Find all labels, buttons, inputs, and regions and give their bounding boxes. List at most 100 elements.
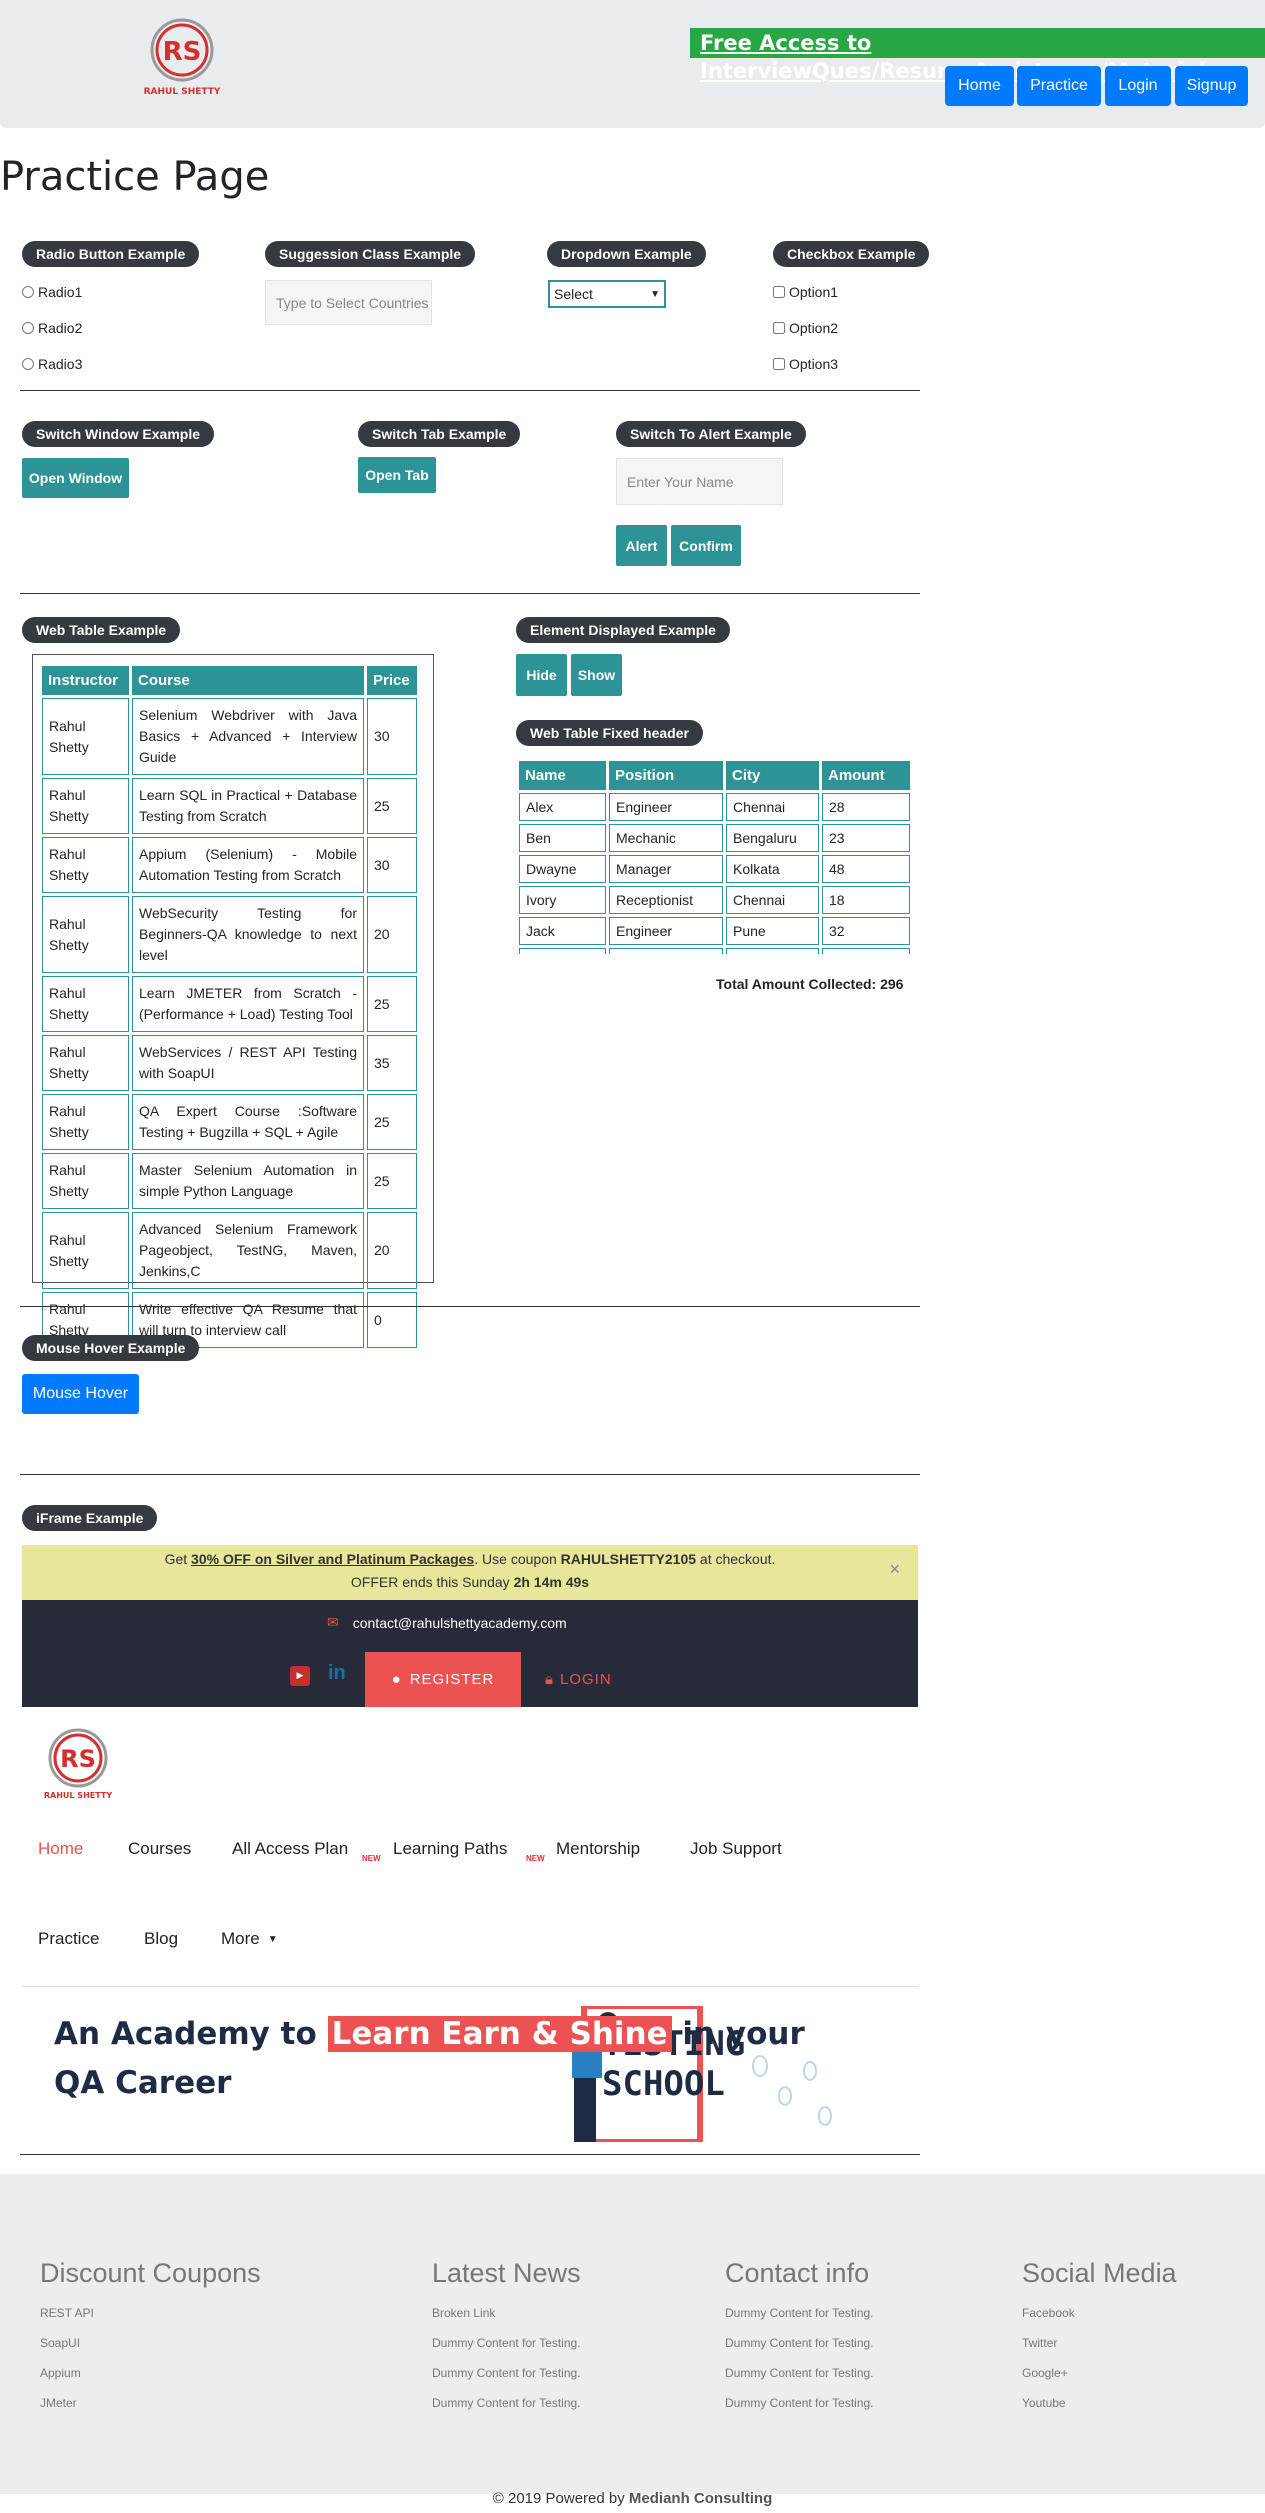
country-autocomplete-input[interactable]: Type to Select Countries xyxy=(265,280,432,325)
radio-option-1[interactable]: Radio1 xyxy=(22,284,82,300)
instructor-cell: Rahul Shetty xyxy=(42,896,129,973)
price-cell: 25 xyxy=(367,976,417,1032)
promo-text: . Use coupon xyxy=(474,1551,561,1567)
footer-link[interactable]: Dummy Content for Testing. xyxy=(725,2396,874,2410)
price-cell: 25 xyxy=(367,1094,417,1150)
footer-link[interactable]: Twitter xyxy=(1022,2336,1057,2350)
checkbox-input[interactable] xyxy=(773,322,785,334)
footer-link[interactable]: Broken Link xyxy=(432,2306,495,2320)
checkbox-label: Option1 xyxy=(789,284,839,300)
footer-link[interactable]: JMeter xyxy=(40,2396,77,2410)
page-title: Practice Page xyxy=(0,154,270,200)
price-cell: 25 xyxy=(367,778,417,834)
footer-link[interactable]: Youtube xyxy=(1022,2396,1066,2410)
course-cell: WebSecurity Testing for Beginners-QA kno… xyxy=(132,896,364,973)
menu-learning-paths[interactable]: Learning Paths xyxy=(393,1839,507,1859)
footer-link[interactable]: Dummy Content for Testing. xyxy=(725,2306,874,2320)
footer-link[interactable]: Dummy Content for Testing. xyxy=(432,2396,581,2410)
radio-input[interactable] xyxy=(22,286,34,298)
hide-button[interactable]: Hide xyxy=(516,654,567,696)
table-header: Amount xyxy=(822,761,910,790)
hero-text: An Academy to xyxy=(54,2016,328,2052)
academy-logo[interactable]: RS RAHUL SHETTY xyxy=(36,1722,126,1807)
switch-window-legend: Switch Window Example xyxy=(22,421,215,447)
footer-link[interactable]: Dummy Content for Testing. xyxy=(432,2366,581,2380)
menu-practice[interactable]: Practice xyxy=(38,1929,99,1949)
name-input[interactable]: Enter Your Name xyxy=(616,458,783,505)
nav-practice-button[interactable]: Practice xyxy=(1017,66,1101,106)
open-window-button[interactable]: Open Window xyxy=(22,458,129,498)
amount-cell: 18 xyxy=(822,886,910,914)
footer-link[interactable]: Dummy Content for Testing. xyxy=(432,2336,581,2350)
fixed-header-table: Name Position City Amount Alex Engineer Ch… xyxy=(516,758,913,954)
menu-courses[interactable]: Courses xyxy=(128,1839,191,1859)
menu-home[interactable]: Home xyxy=(38,1839,83,1859)
course-cell: QA Expert Course :Software Testing + Bug… xyxy=(132,1094,364,1150)
table-row: Rahul Shetty Advanced Selenium Framework … xyxy=(42,1212,417,1289)
show-button[interactable]: Show xyxy=(571,654,622,696)
new-badge: NEW xyxy=(526,1854,545,1863)
linkedin-icon[interactable]: in xyxy=(328,1662,346,1685)
mouse-hover-button[interactable]: Mouse Hover xyxy=(22,1374,139,1414)
checkbox-option-3[interactable]: Option3 xyxy=(773,356,838,372)
register-label: REGISTER xyxy=(409,1671,495,1688)
youtube-icon[interactable]: ▶ xyxy=(290,1666,310,1686)
footer-link[interactable]: Google+ xyxy=(1022,2366,1068,2380)
radio-input[interactable] xyxy=(22,322,34,334)
checkbox-option-1[interactable]: Option1 xyxy=(773,284,838,300)
instructor-cell: Rahul Shetty xyxy=(42,1094,129,1150)
iframe-login-link[interactable]: 🔒︎ LOGIN xyxy=(545,1652,645,1707)
hero-highlight: Learn Earn & Shine xyxy=(327,2016,672,2052)
checkbox-input[interactable] xyxy=(773,286,785,298)
chevron-down-icon: ▼ xyxy=(267,1933,278,1945)
iframe-legend: iFrame Example xyxy=(22,1505,158,1531)
radio-input[interactable] xyxy=(22,358,34,370)
footer-link[interactable]: SoapUI xyxy=(40,2336,80,2350)
free-access-link[interactable]: Free Access to InterviewQues/ResumeAssis… xyxy=(690,28,1265,83)
nav-signup-button[interactable]: Signup xyxy=(1175,66,1248,106)
divider xyxy=(20,2154,920,2155)
chevron-down-icon: ▼ xyxy=(650,288,660,300)
checkbox-input[interactable] xyxy=(773,358,785,370)
footer-link[interactable]: REST API xyxy=(40,2306,94,2320)
contact-email-text: contact@rahulshettyacademy.com xyxy=(352,1614,567,1631)
checkbox-option-2[interactable]: Option2 xyxy=(773,320,838,336)
price-cell: 35 xyxy=(367,1035,417,1091)
checkbox-legend: Checkbox Example xyxy=(773,241,930,267)
radio-option-3[interactable]: Radio3 xyxy=(22,356,82,372)
amount-cell: 28 xyxy=(822,793,910,821)
menu-blog[interactable]: Blog xyxy=(144,1929,178,1949)
confirm-button[interactable]: Confirm xyxy=(671,525,741,566)
footer-link[interactable]: Facebook xyxy=(1022,2306,1075,2320)
footer-link[interactable]: Appium xyxy=(40,2366,81,2380)
login-label: LOGIN xyxy=(559,1671,612,1688)
nav-login-button[interactable]: Login xyxy=(1105,66,1171,106)
footer-link[interactable]: Dummy Content for Testing. xyxy=(725,2366,874,2380)
menu-more[interactable]: More ▼ xyxy=(221,1929,278,1949)
fixed-header-table-scroll[interactable]: Name Position City Amount Alex Engineer Ch… xyxy=(516,758,916,954)
dropdown-select[interactable]: Select ▼ xyxy=(548,280,666,308)
city-cell xyxy=(726,948,819,954)
price-cell: 30 xyxy=(367,837,417,893)
menu-job-support[interactable]: Job Support xyxy=(690,1839,782,1859)
radio-option-2[interactable]: Radio2 xyxy=(22,320,82,336)
svg-text:RS: RS xyxy=(163,37,202,67)
new-badge: NEW xyxy=(362,1854,381,1863)
instructor-cell: Rahul Shetty xyxy=(42,1212,129,1289)
menu-mentorship[interactable]: Mentorship xyxy=(556,1839,640,1859)
site-logo[interactable]: RS RAHUL SHETTY xyxy=(140,12,240,102)
contact-email[interactable]: ✉ contact@rahulshettyacademy.com xyxy=(327,1614,567,1631)
copyright-brand-link[interactable]: Medianh Consulting xyxy=(629,2490,772,2507)
position-cell: Manager xyxy=(609,855,723,883)
name-cell: Dwayne xyxy=(519,855,606,883)
nav-home-button[interactable]: Home xyxy=(945,66,1014,106)
footer-link[interactable]: Dummy Content for Testing. xyxy=(725,2336,874,2350)
promo-offer-link[interactable]: 30% OFF on Silver and Platinum Packages xyxy=(191,1551,474,1567)
menu-all-access-plan[interactable]: All Access Plan xyxy=(232,1839,348,1859)
register-button[interactable]: ● REGISTER xyxy=(365,1652,521,1707)
table-row xyxy=(519,948,910,954)
alert-button[interactable]: Alert xyxy=(616,525,667,566)
close-icon[interactable]: × xyxy=(889,1559,900,1580)
checkbox-label: Option3 xyxy=(789,356,839,372)
open-tab-button[interactable]: Open Tab xyxy=(358,457,436,493)
